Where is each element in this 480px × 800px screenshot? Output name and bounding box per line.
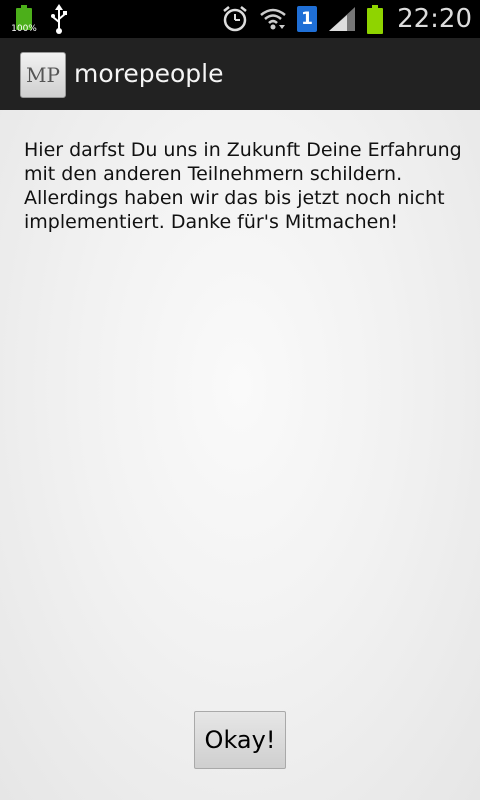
okay-button[interactable]: Okay!: [194, 711, 286, 769]
wifi-icon: [260, 8, 286, 30]
usb-icon: [51, 4, 67, 34]
status-bar-right: 1 22:20: [221, 0, 472, 38]
signal-icon: [329, 7, 356, 31]
battery-percent-label: 100%: [11, 24, 37, 34]
app-title: morepeople: [74, 59, 224, 88]
battery-charging-icon: 100%: [11, 4, 37, 34]
app-icon[interactable]: MP: [20, 52, 66, 98]
action-bar: MP morepeople: [0, 38, 480, 112]
alarm-icon: [223, 6, 247, 32]
content-area: Hier darfst Du uns in Zukunft Deine Erfa…: [0, 110, 480, 800]
status-bar: 100% 1 22:20: [0, 0, 480, 38]
sim-icon: 1: [297, 6, 318, 32]
battery-icon: [367, 4, 384, 34]
message-text: Hier darfst Du uns in Zukunft Deine Erfa…: [24, 139, 462, 233]
status-bar-left: 100%: [11, 0, 68, 38]
status-clock: 22:20: [397, 4, 472, 34]
